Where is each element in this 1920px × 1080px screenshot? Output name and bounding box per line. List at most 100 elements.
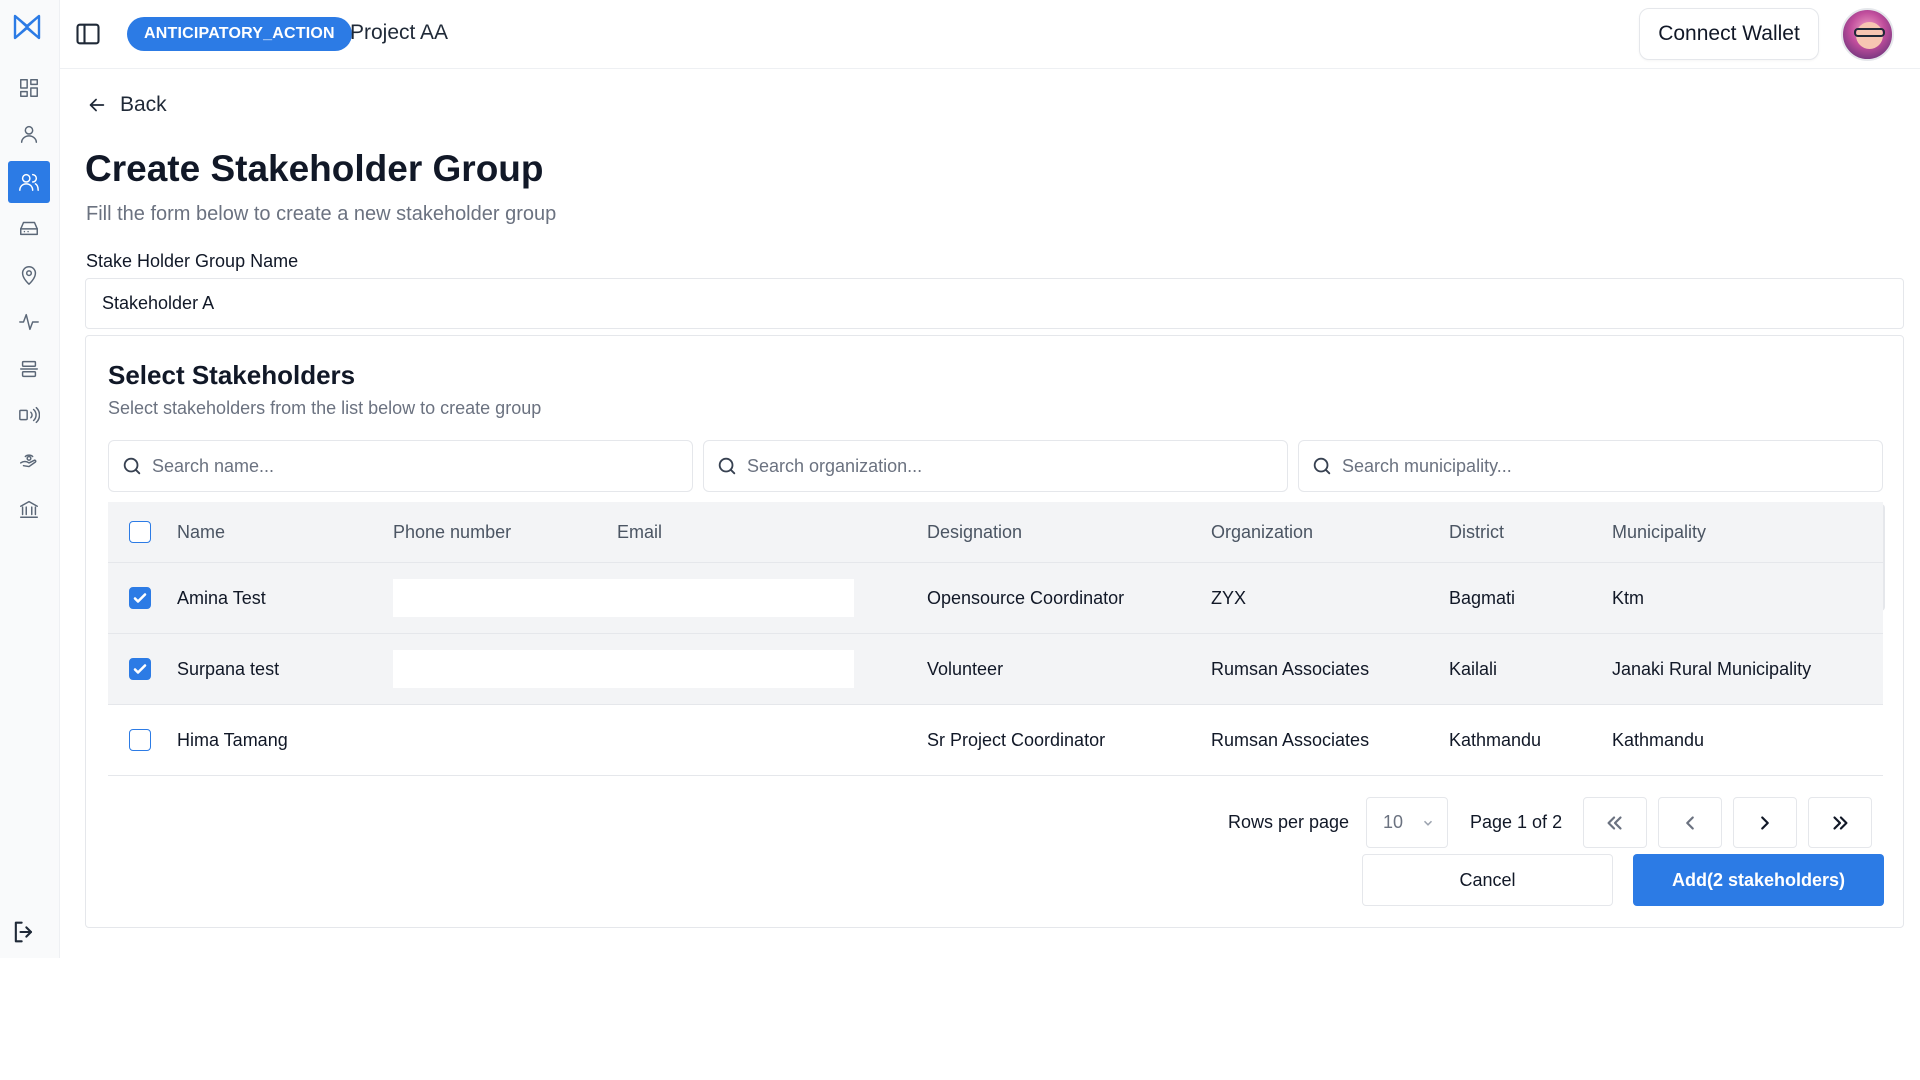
previous-page-button[interactable] xyxy=(1658,797,1722,848)
back-link[interactable]: Back xyxy=(86,93,167,117)
cell-municipality: Janaki Rural Municipality xyxy=(1612,658,1812,679)
bank-icon xyxy=(20,500,38,518)
sidebar-item-payouts[interactable] xyxy=(8,441,50,483)
sidebar-item-treasury[interactable] xyxy=(8,488,50,530)
activity-icon xyxy=(19,313,39,331)
chevron-left-icon xyxy=(1686,815,1694,830)
column-header-designation[interactable]: Designation xyxy=(927,502,1022,562)
sidebar-item-communication[interactable] xyxy=(8,394,50,436)
cell-name: Hima Tamang xyxy=(177,729,288,750)
cell-name: Surpana test xyxy=(177,658,280,679)
user-icon xyxy=(20,125,38,143)
location-icon xyxy=(21,266,37,285)
search-name-input[interactable] xyxy=(152,455,672,477)
chevrons-right-icon xyxy=(1833,815,1848,830)
back-label: Back xyxy=(120,93,167,116)
sidebar-item-beneficiaries[interactable] xyxy=(8,113,50,155)
check-icon xyxy=(133,664,147,674)
page-info: Page 1 of 2 xyxy=(1470,812,1563,832)
broadcast-icon xyxy=(19,406,40,424)
rows-per-page-label: Rows per page xyxy=(1228,812,1350,832)
card-title: Select Stakeholders xyxy=(108,360,356,390)
page-title: Create Stakeholder Group xyxy=(85,148,544,189)
stack-icon xyxy=(20,360,38,378)
logout-button[interactable] xyxy=(8,916,40,948)
cancel-button[interactable]: Cancel xyxy=(1362,854,1613,906)
search-municipality-field[interactable] xyxy=(1298,440,1883,492)
card-subtitle: Select stakeholders from the list below … xyxy=(108,398,542,418)
users-icon xyxy=(19,173,39,191)
cell-name: Amina Test xyxy=(177,587,266,608)
payment-icon xyxy=(20,454,37,468)
search-organization-input[interactable] xyxy=(747,455,1267,477)
select-all-checkbox[interactable] xyxy=(129,521,151,543)
rows-per-page-select[interactable]: 10 xyxy=(1366,797,1448,848)
dashboard-icon xyxy=(20,79,38,97)
cell-designation: Sr Project Coordinator xyxy=(927,729,1106,750)
cell-designation: Opensource Coordinator xyxy=(927,587,1125,608)
chevrons-left-icon xyxy=(1607,815,1622,830)
cell-municipality: Kathmandu xyxy=(1612,729,1705,750)
cell-municipality: Ktm xyxy=(1612,587,1645,608)
cell-organization: Rumsan Associates xyxy=(1211,729,1370,750)
stakeholders-table: Name Phone number Email Designation Orga… xyxy=(108,502,1885,776)
search-icon xyxy=(1313,457,1331,475)
check-icon xyxy=(133,593,147,603)
next-page-button[interactable] xyxy=(1733,797,1797,848)
sidebar-toggle-button[interactable] xyxy=(74,20,102,48)
sidebar-item-groups[interactable] xyxy=(8,348,50,390)
first-page-button[interactable] xyxy=(1583,797,1647,848)
row-checkbox[interactable] xyxy=(129,587,151,609)
column-header-municipality[interactable]: Municipality xyxy=(1612,502,1706,562)
column-header-phone[interactable]: Phone number xyxy=(393,502,511,562)
cell-district: Kathmandu xyxy=(1449,729,1542,750)
chevron-down-icon xyxy=(1423,820,1433,826)
row-checkbox[interactable] xyxy=(129,729,151,751)
sidebar-item-location[interactable] xyxy=(8,254,50,296)
select-stakeholders-card: Select Stakeholders Select stakeholders … xyxy=(85,335,1904,928)
row-checkbox[interactable] xyxy=(129,658,151,680)
last-page-button[interactable] xyxy=(1808,797,1872,848)
project-name: Project AA xyxy=(350,21,449,44)
logout-icon xyxy=(14,921,33,943)
search-municipality-input[interactable] xyxy=(1342,455,1862,477)
sidebar-item-stakeholders[interactable] xyxy=(8,161,50,203)
inbox-icon xyxy=(20,221,38,236)
table-header-row: Name Phone number Email Designation Orga… xyxy=(108,502,1883,563)
search-name-field[interactable] xyxy=(108,440,693,492)
search-icon xyxy=(718,457,736,475)
group-name-input[interactable] xyxy=(85,278,1904,329)
redacted-contact xyxy=(393,650,854,688)
table-row[interactable]: Hima Tamang Sr Project Coordinator Rumsa… xyxy=(108,705,1883,776)
group-name-label: Stake Holder Group Name xyxy=(86,251,299,271)
sidebar-item-dashboard[interactable] xyxy=(8,67,50,109)
chevron-right-icon xyxy=(1761,815,1769,830)
sidebar-item-inbox[interactable] xyxy=(8,207,50,249)
cell-organization: ZYX xyxy=(1211,587,1247,608)
column-header-organization[interactable]: Organization xyxy=(1211,502,1313,562)
cell-organization: Rumsan Associates xyxy=(1211,658,1370,679)
table-row[interactable]: Surpana test Volunteer Rumsan Associates… xyxy=(108,634,1883,705)
avatar[interactable] xyxy=(1841,8,1894,61)
redacted-contact xyxy=(393,579,854,617)
cell-designation: Volunteer xyxy=(927,658,1004,679)
column-header-district[interactable]: District xyxy=(1449,502,1504,562)
cell-district: Bagmati xyxy=(1449,587,1516,608)
add-stakeholders-button[interactable]: Add(2 stakeholders) xyxy=(1633,854,1884,906)
sidebar-item-activities[interactable] xyxy=(8,301,50,343)
sidebar xyxy=(0,0,60,958)
app-logo[interactable] xyxy=(12,12,42,42)
column-header-email[interactable]: Email xyxy=(617,502,662,562)
connect-wallet-button[interactable]: Connect Wallet xyxy=(1639,8,1819,60)
search-organization-field[interactable] xyxy=(703,440,1288,492)
cell-district: Kailali xyxy=(1449,658,1498,679)
search-icon xyxy=(123,457,141,475)
top-bar: ANTICIPATORY_ACTION Project AA Connect W… xyxy=(60,0,1920,69)
panel-left-icon xyxy=(76,23,100,45)
table-row[interactable]: Amina Test Opensource Coordinator ZYX Ba… xyxy=(108,563,1883,634)
page-subtitle: Fill the form below to create a new stak… xyxy=(86,203,557,225)
arrow-left-icon xyxy=(89,98,105,112)
project-badge: ANTICIPATORY_ACTION xyxy=(127,17,352,51)
rows-per-page-value: 10 xyxy=(1383,812,1404,832)
column-header-name[interactable]: Name xyxy=(177,502,225,562)
